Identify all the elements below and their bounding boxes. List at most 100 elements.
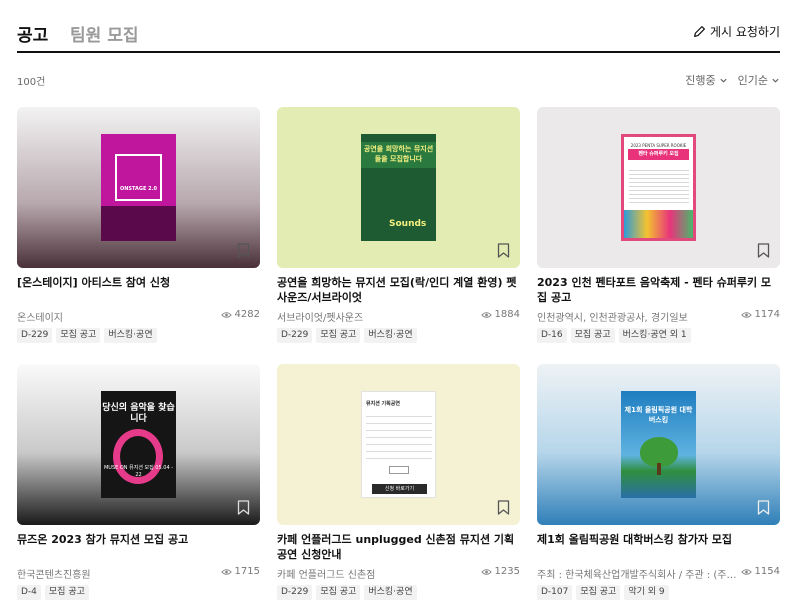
- card-title[interactable]: 뮤즈온 2023 참가 뮤지션 모집 공고: [17, 532, 260, 547]
- category-tag: 모집 공고: [44, 585, 89, 600]
- bookmark-icon: [237, 500, 250, 515]
- status-filter-dropdown[interactable]: 진행중: [685, 72, 727, 88]
- genre-tag: 버스킹·공연: [364, 328, 417, 343]
- genre-tag: 버스킹·공연: [364, 585, 417, 600]
- bookmark-button[interactable]: [757, 500, 770, 515]
- deadline-tag: D-229: [17, 328, 53, 343]
- deadline-tag: D-107: [537, 585, 573, 600]
- bookmark-icon: [497, 243, 510, 258]
- tag-list: D-229 모집 공고 버스킹·공연: [277, 585, 417, 600]
- poster-image: 공연을 희망하는 뮤지션들을 모집합니다 Sounds: [361, 134, 436, 241]
- bookmark-button[interactable]: [237, 500, 250, 515]
- card-title[interactable]: [온스테이지] 아티스트 참여 신청: [17, 275, 260, 290]
- filter-group: 진행중 인기순: [685, 72, 780, 88]
- eye-icon: [740, 568, 752, 575]
- card-thumbnail[interactable]: 제1회 올림픽공원 대학 버스킹: [537, 364, 780, 525]
- poster-image: 제1회 올림픽공원 대학 버스킹: [621, 391, 696, 498]
- view-count: 1174: [740, 309, 780, 320]
- genre-tag: 버스킹·공연 외 1: [618, 328, 691, 343]
- card-thumbnail[interactable]: 2023 PENTA SUPER ROOKIE 펜타 슈퍼루키 모집: [537, 107, 780, 268]
- card-organizer: 주최 : 한국체육산업개발주식회사 / 주관 : (주)레...: [537, 570, 737, 581]
- poster-title: 펜타 슈퍼루키 모집: [628, 149, 689, 160]
- card-title[interactable]: 공연을 희망하는 뮤지션 모집(락/인디 계열 환영) 펫사운즈/서브라이엇: [277, 275, 520, 305]
- eye-icon: [480, 311, 492, 318]
- result-count: 100건: [17, 77, 46, 88]
- bookmark-button[interactable]: [757, 243, 770, 258]
- category-tag: 모집 공고: [570, 328, 615, 343]
- card-meta: 주최 : 한국체육산업개발주식회사 / 주관 : (주)레... 1154: [537, 566, 780, 581]
- poster-image: 당신의 음악을 찾습니다 MUSE ON 뮤지션 모집 05.04 - 22: [101, 391, 176, 498]
- sort-label: 인기순: [737, 74, 768, 87]
- eye-icon: [480, 568, 492, 575]
- bookmark-icon: [237, 243, 250, 258]
- poster-title: 당신의 음악을 찾습니다: [102, 403, 175, 424]
- card-title[interactable]: 카페 언플러그드 unplugged 신촌점 뮤지션 기획공연 신청안내: [277, 532, 520, 562]
- pencil-icon: [693, 26, 705, 37]
- poster-image: 2023 PENTA SUPER ROOKIE 펜타 슈퍼루키 모집: [621, 134, 696, 241]
- genre-tag: 버스킹·공연: [104, 328, 157, 343]
- card-thumbnail[interactable]: 공연을 희망하는 뮤지션들을 모집합니다 Sounds: [277, 107, 520, 268]
- poster-title: 공연을 희망하는 뮤지션들을 모집합니다: [363, 145, 434, 163]
- view-count-value: 1884: [494, 309, 520, 320]
- tag-list: D-16 모집 공고 버스킹·공연 외 1: [537, 328, 691, 343]
- chevron-down-icon: [772, 78, 779, 83]
- category-tag: 모집 공고: [56, 328, 101, 343]
- poster-title: 제1회 올림픽공원 대학 버스킹: [624, 406, 693, 424]
- request-post-label: 게시 요청하기: [709, 25, 780, 39]
- tag-list: D-107 모집 공고 악기 외 9: [537, 585, 669, 600]
- bookmark-icon: [757, 500, 770, 515]
- view-count-value: 4282: [234, 309, 260, 320]
- status-filter-label: 진행중: [685, 74, 716, 87]
- poster-logo: Sounds: [389, 219, 427, 229]
- card-organizer: 카페 언플러그드 신촌점: [277, 570, 376, 581]
- poster-title: 뮤지션 기획공연: [366, 401, 400, 407]
- view-count-value: 1154: [754, 566, 780, 577]
- eye-icon: [220, 311, 232, 318]
- view-count: 4282: [220, 309, 260, 320]
- card-title[interactable]: 제1회 올림픽공원 대학버스킹 참가자 모집: [537, 532, 780, 547]
- category-tag: 모집 공고: [316, 585, 361, 600]
- poster-apply-label: 신청 바로가기: [372, 484, 427, 494]
- list-toolbar: 100건 진행중 인기순: [17, 72, 780, 88]
- view-count: 1884: [480, 309, 520, 320]
- category-tag: 모집 공고: [576, 585, 621, 600]
- view-count: 1154: [740, 566, 780, 577]
- request-post-button[interactable]: 게시 요청하기: [693, 23, 780, 40]
- card-thumbnail[interactable]: 당신의 음악을 찾습니다 MUSE ON 뮤지션 모집 05.04 - 22: [17, 364, 260, 525]
- poster-title: ONSTAGE 2.0: [119, 186, 158, 192]
- bookmark-button[interactable]: [237, 243, 250, 258]
- view-count: 1715: [220, 566, 260, 577]
- tag-list: D-229 모집 공고 버스킹·공연: [17, 328, 157, 343]
- card-organizer: 서브라이엇/펫사운즈: [277, 313, 364, 324]
- deadline-tag: D-4: [17, 585, 41, 600]
- deadline-tag: D-229: [277, 585, 313, 600]
- card-title[interactable]: 2023 인천 펜타포트 음악축제 - 펜타 슈퍼루키 모집 공고: [537, 275, 780, 305]
- poster-image: ONSTAGE 2.0: [101, 134, 176, 241]
- card-meta: 서브라이엇/펫사운즈 1884: [277, 309, 520, 324]
- view-count-value: 1174: [754, 309, 780, 320]
- card-thumbnail[interactable]: ONSTAGE 2.0: [17, 107, 260, 268]
- view-count-value: 1235: [494, 566, 520, 577]
- poster-image: 뮤지션 기획공연 신청 바로가기: [361, 391, 436, 498]
- bookmark-icon: [757, 243, 770, 258]
- deadline-tag: D-229: [277, 328, 313, 343]
- tag-list: D-229 모집 공고 버스킹·공연: [277, 328, 417, 343]
- bookmark-button[interactable]: [497, 500, 510, 515]
- tab-team-recruit[interactable]: 팀원 모집: [70, 21, 138, 46]
- card-organizer: 인천광역시, 인천관광공사, 경기일보: [537, 313, 688, 324]
- sort-dropdown[interactable]: 인기순: [738, 72, 780, 88]
- tab-notices[interactable]: 공고: [17, 21, 48, 46]
- card-organizer: 온스테이지: [17, 313, 63, 324]
- card-meta: 카페 언플러그드 신촌점 1235: [277, 566, 520, 581]
- genre-tag: 악기 외 9: [624, 585, 669, 600]
- category-tag: 모집 공고: [316, 328, 361, 343]
- eye-icon: [740, 311, 752, 318]
- view-count: 1235: [480, 566, 520, 577]
- card-thumbnail[interactable]: 뮤지션 기획공연 신청 바로가기: [277, 364, 520, 525]
- bookmark-icon: [497, 500, 510, 515]
- bookmark-button[interactable]: [497, 243, 510, 258]
- top-bar: 공고 팀원 모집 게시 요청하기: [17, 16, 780, 53]
- card-meta: 인천광역시, 인천관광공사, 경기일보 1174: [537, 309, 780, 324]
- card-meta: 온스테이지 4282: [17, 309, 260, 324]
- eye-icon: [220, 568, 232, 575]
